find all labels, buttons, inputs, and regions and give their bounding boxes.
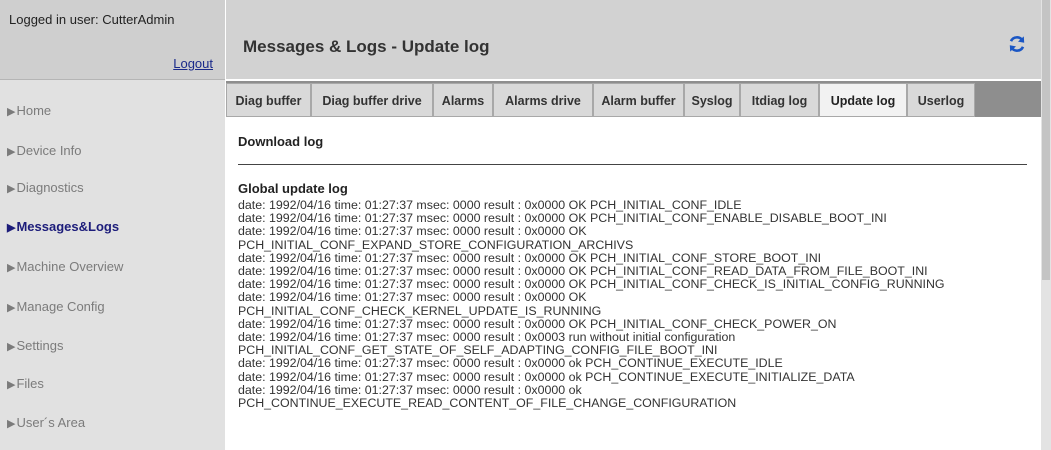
- triangle-right-icon: ▶: [7, 146, 16, 158]
- nav-item-device-info[interactable]: ▶Device Info: [7, 143, 82, 158]
- nav-item-label: Messages&Logs: [16, 219, 120, 234]
- nav-item-label: Files: [16, 376, 44, 391]
- triangle-right-icon: ▶: [7, 302, 16, 314]
- page-header: Messages & Logs - Update log: [226, 0, 1041, 79]
- log-line: date: 1992/04/16 time: 01:27:37 msec: 00…: [238, 356, 783, 371]
- nav-item-machine-overview[interactable]: ▶Machine Overview: [7, 259, 123, 274]
- nav-item-label: Manage Config: [16, 299, 105, 314]
- page-title: Messages & Logs - Update log: [243, 37, 490, 56]
- nav-item-label: Diagnostics: [16, 180, 84, 195]
- download-log-heading[interactable]: Download log: [238, 134, 323, 149]
- nav-item-messages-logs[interactable]: ▶Messages&Logs: [7, 219, 119, 234]
- nav-item-users-area[interactable]: ▶User´s Area: [7, 415, 85, 430]
- nav-item-label: Device Info: [16, 143, 82, 158]
- triangle-right-icon: ▶: [7, 418, 16, 430]
- tab-update-log[interactable]: Update log: [819, 83, 907, 117]
- tab-syslog[interactable]: Syslog: [684, 83, 740, 117]
- triangle-right-icon: ▶: [7, 183, 16, 195]
- log-line: date: 1992/04/16 time: 01:27:37 msec: 00…: [238, 224, 587, 239]
- log-line: PCH_CONTINUE_EXECUTE_READ_CONTENT_OF_FIL…: [238, 396, 737, 411]
- divider: [238, 164, 1027, 165]
- tab-itdiag-log[interactable]: Itdiag log: [740, 83, 819, 117]
- log-line: date: 1992/04/16 time: 01:27:37 msec: 00…: [238, 290, 587, 305]
- triangle-right-icon: ▶: [7, 379, 16, 391]
- nav-item-label: Settings: [16, 338, 64, 353]
- log-line: PCH_INITIAL_CONF_EXPAND_STORE_CONFIGURAT…: [238, 237, 634, 252]
- triangle-right-icon: ▶: [7, 262, 16, 274]
- nav-item-label: Machine Overview: [16, 259, 124, 274]
- nav-item-settings[interactable]: ▶Settings: [7, 338, 63, 353]
- global-update-log-heading: Global update log: [238, 181, 348, 196]
- tab-alarm-buffer[interactable]: Alarm buffer: [593, 83, 684, 117]
- tab-userlog[interactable]: Userlog: [907, 83, 975, 117]
- refresh-icon[interactable]: [1007, 34, 1027, 54]
- nav-item-home[interactable]: ▶Home: [7, 103, 51, 118]
- nav-item-files[interactable]: ▶Files: [7, 376, 44, 391]
- logout-link[interactable]: Logout: [173, 56, 213, 71]
- nav-item-label: Home: [16, 103, 52, 118]
- tab-diag-buffer-drive[interactable]: Diag buffer drive: [311, 83, 433, 117]
- sidebar: Logged in user: CutterAdmin Logout ▶Home…: [0, 0, 225, 450]
- triangle-right-icon: ▶: [7, 222, 16, 234]
- scrollbar[interactable]: [1041, 0, 1051, 450]
- tab-diag-buffer[interactable]: Diag buffer: [226, 83, 311, 117]
- tab-bar: Diag buffer Diag buffer drive Alarms Ala…: [226, 81, 1041, 117]
- nav-item-diagnostics[interactable]: ▶Diagnostics: [7, 180, 84, 195]
- log-line: date: 1992/04/16 time: 01:27:37 msec: 00…: [238, 369, 855, 384]
- nav-item-manage-config[interactable]: ▶Manage Config: [7, 299, 105, 314]
- logged-in-user-label: Logged in user: CutterAdmin: [9, 12, 175, 27]
- triangle-right-icon: ▶: [7, 106, 16, 118]
- log-content: Download log Global update log date: 199…: [226, 117, 1041, 450]
- triangle-right-icon: ▶: [7, 341, 16, 353]
- scrollbar-thumb[interactable]: [1042, 0, 1050, 280]
- nav-item-label: User´s Area: [16, 415, 86, 430]
- login-box: Logged in user: CutterAdmin Logout: [0, 0, 225, 80]
- log-line: PCH_INITIAL_CONF_CHECK_KERNEL_UPDATE_IS_…: [238, 303, 602, 318]
- log-lines: date: 1992/04/16 time: 01:27:37 msec: 00…: [238, 198, 1038, 411]
- tab-alarms[interactable]: Alarms: [433, 83, 493, 117]
- tab-alarms-drive[interactable]: Alarms drive: [493, 83, 593, 117]
